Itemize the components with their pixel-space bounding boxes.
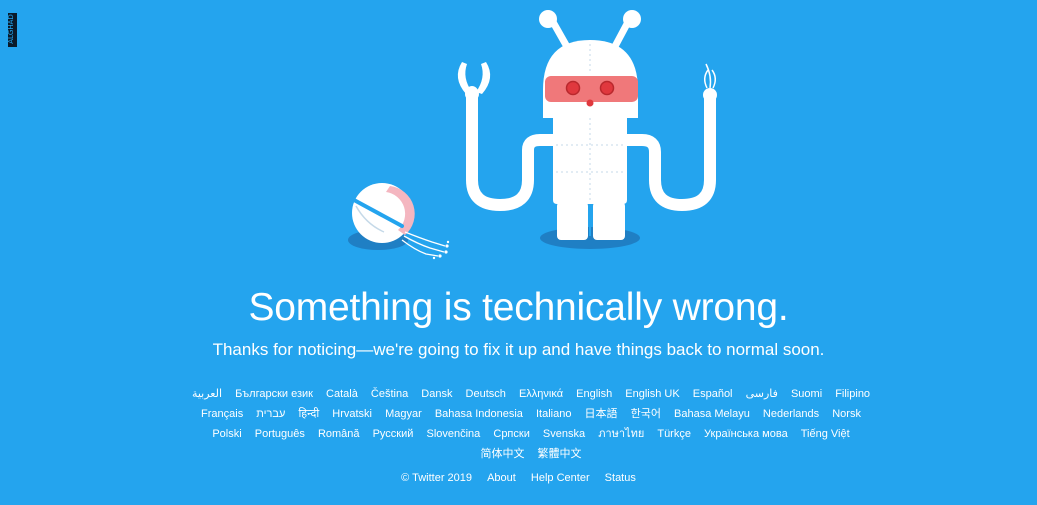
language-link[interactable]: Ελληνικά	[519, 384, 563, 404]
language-link[interactable]: Español	[693, 384, 733, 404]
language-link[interactable]: Suomi	[791, 384, 822, 404]
language-link[interactable]: Magyar	[385, 404, 422, 424]
language-link[interactable]: Čeština	[371, 384, 408, 404]
language-link[interactable]: Français	[201, 404, 243, 424]
help-center-link[interactable]: Help Center	[531, 469, 590, 487]
language-link[interactable]: Deutsch	[466, 384, 506, 404]
language-link[interactable]: Filipino	[835, 384, 870, 404]
left-arm	[466, 86, 559, 212]
language-link[interactable]: English UK	[625, 384, 679, 404]
language-link[interactable]: Polski	[212, 424, 241, 444]
copyright-text: © Twitter 2019	[401, 472, 473, 484]
language-link[interactable]: Български език	[235, 384, 313, 404]
language-link[interactable]: 한국어	[631, 404, 661, 424]
visor	[545, 76, 638, 102]
footer: © Twitter 2019 About Help Center Status	[0, 469, 1037, 487]
language-link[interactable]: Српски	[493, 424, 529, 444]
broken-robot-icon	[348, 10, 717, 260]
about-link[interactable]: About	[487, 469, 516, 487]
language-link[interactable]: Nederlands	[763, 404, 819, 424]
language-link[interactable]: Hrvatski	[332, 404, 372, 424]
language-link[interactable]: हिन्दी	[298, 404, 319, 424]
language-link[interactable]: Bahasa Indonesia	[435, 404, 523, 424]
language-link[interactable]: 日本語	[585, 404, 618, 424]
left-eye	[565, 80, 581, 96]
right-leg	[593, 202, 625, 240]
language-link[interactable]: Català	[326, 384, 358, 404]
language-link[interactable]: 繁體中文	[538, 444, 582, 464]
language-link[interactable]: Türkçe	[657, 424, 691, 444]
right-eye	[599, 80, 615, 96]
robot-body	[553, 118, 627, 204]
language-link[interactable]: Português	[255, 424, 305, 444]
error-title: Something is technically wrong.	[248, 286, 789, 329]
status-link[interactable]: Status	[605, 469, 636, 487]
language-link[interactable]: Tiếng Việt	[801, 424, 850, 444]
language-link[interactable]: Slovenčina	[426, 424, 480, 444]
language-link[interactable]: עברית	[256, 404, 285, 424]
language-link[interactable]: Русский	[373, 424, 414, 444]
language-link[interactable]: فارسی	[746, 384, 778, 404]
language-link[interactable]: Română	[318, 424, 360, 444]
language-link[interactable]: Svenska	[543, 424, 585, 444]
language-link[interactable]: English	[576, 384, 612, 404]
language-link[interactable]: Українська мова	[704, 424, 788, 444]
right-arm	[621, 92, 716, 212]
error-message: Thanks for noticing—we're going to fix i…	[212, 340, 825, 359]
language-link[interactable]: ภาษาไทย	[598, 424, 644, 444]
language-link[interactable]: 简体中文	[480, 444, 524, 464]
language-link[interactable]: Bahasa Melayu	[674, 404, 750, 424]
wire-icon	[704, 63, 716, 89]
claw-icon	[457, 62, 491, 101]
language-link[interactable]: العربية	[192, 384, 222, 404]
language-link[interactable]: Dansk	[421, 384, 452, 404]
language-link[interactable]: Norsk	[832, 404, 861, 424]
left-leg	[557, 202, 588, 240]
language-link[interactable]: Italiano	[536, 404, 571, 424]
language-list: العربية Български език Català Čeština Da…	[185, 384, 877, 464]
mouth	[586, 99, 594, 107]
